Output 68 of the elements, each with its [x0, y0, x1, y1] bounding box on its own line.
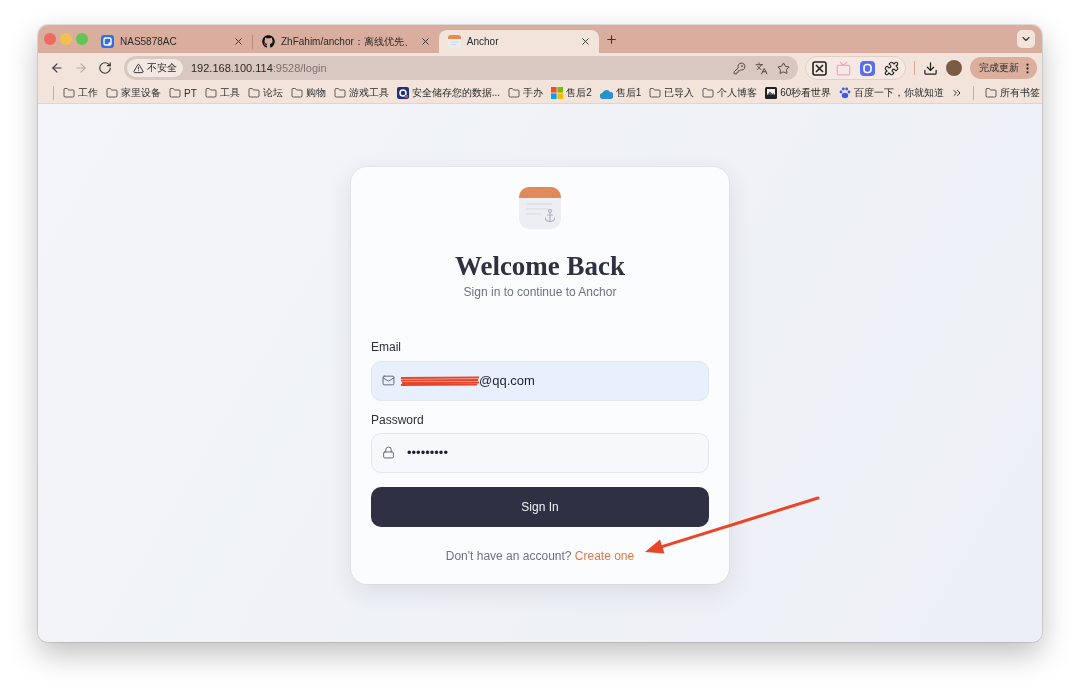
address-url: 192.168.100.114:9528/login	[191, 62, 327, 74]
signup-prompt: Don't have an account? Create one	[445, 547, 635, 564]
bookmark-item[interactable]: 工作	[62, 86, 99, 100]
close-icon[interactable]	[419, 36, 431, 47]
folder-icon	[106, 87, 118, 99]
browser-tab[interactable]: Anchor	[438, 30, 599, 53]
cloud-icon	[599, 87, 613, 99]
password-label: Password	[371, 411, 424, 428]
folder-icon	[247, 87, 260, 99]
bookmark-item[interactable]: 工具	[203, 86, 241, 100]
bookmark-item[interactable]: 已导入	[648, 86, 696, 100]
update-button[interactable]: 完成更新	[970, 57, 1037, 79]
nas-tile-icon	[101, 35, 114, 48]
key-icon[interactable]	[733, 61, 746, 75]
four-squares-icon	[551, 87, 564, 99]
bookmark-item[interactable]: 安全储存您的数据...	[395, 86, 502, 100]
close-icon[interactable]	[579, 36, 591, 47]
bookmark-item[interactable]: 论坛	[246, 86, 284, 100]
folder-icon	[204, 87, 217, 99]
email-label: Email	[371, 338, 401, 355]
lock-icon	[382, 446, 395, 459]
password-field[interactable]: •••••••••	[371, 432, 709, 473]
browser-tab[interactable]: ZhFahim/anchor：离线优先、	[253, 30, 439, 53]
plus-icon[interactable]	[604, 32, 618, 46]
bookmark-item[interactable]: 家里设备	[105, 86, 162, 100]
notepad-anchor-icon	[519, 186, 561, 229]
bookmark-item[interactable]: 所有书签	[984, 86, 1042, 100]
square-logo-icon	[396, 87, 409, 99]
notepad-icon	[447, 35, 461, 48]
address-bar[interactable]: 不安全 192.168.100.114:9528/login	[124, 56, 798, 80]
mail-icon	[382, 374, 395, 387]
folder-icon	[702, 87, 715, 99]
bookmark-item[interactable]: 售后1	[598, 86, 643, 100]
welcome-title: Welcome Back	[454, 249, 626, 283]
github-icon	[262, 35, 275, 48]
warning-icon	[133, 62, 144, 74]
bookmark-item[interactable]: 购物	[289, 86, 327, 100]
profile-avatar[interactable]	[946, 60, 962, 76]
bookmark-item[interactable]: 个人博客	[701, 86, 759, 100]
reload-icon[interactable]	[98, 61, 112, 75]
puzzle-icon[interactable]	[884, 60, 899, 76]
email-field[interactable]: @qq.com	[371, 360, 709, 401]
bookmark-item[interactable]: 售后2	[550, 86, 593, 100]
folder-icon	[985, 87, 998, 99]
star-icon[interactable]	[777, 61, 790, 75]
folder-icon	[333, 87, 346, 99]
framed-x-icon[interactable]	[812, 60, 827, 76]
folder-icon	[649, 87, 662, 99]
tab-list-button[interactable]	[1017, 30, 1035, 48]
folder-icon	[508, 87, 521, 99]
folder-icon	[63, 87, 75, 99]
folder-icon	[169, 87, 181, 99]
bookmark-item[interactable]: 手办	[507, 86, 545, 100]
paw-icon	[839, 87, 852, 99]
security-chip[interactable]: 不安全	[127, 59, 183, 77]
sign-in-button[interactable]: Sign In	[371, 486, 709, 527]
bookmark-item[interactable]: 60秒看世界	[764, 86, 833, 100]
close-icon[interactable]	[233, 36, 244, 47]
download-icon[interactable]	[923, 60, 938, 76]
rounded-tile-icon[interactable]	[860, 60, 875, 76]
bookmark-item[interactable]: PT	[168, 87, 198, 99]
translate-icon[interactable]	[755, 61, 768, 75]
bookmark-item[interactable]: 百度一下，你就知道	[838, 86, 946, 100]
photo-icon	[765, 87, 778, 99]
folder-icon	[290, 87, 303, 99]
browser-tab[interactable]: NAS5878AC	[92, 30, 252, 53]
bookmark-item[interactable]: 游戏工具	[332, 86, 390, 100]
welcome-subtitle: Sign in to continue to Anchor	[463, 283, 617, 300]
